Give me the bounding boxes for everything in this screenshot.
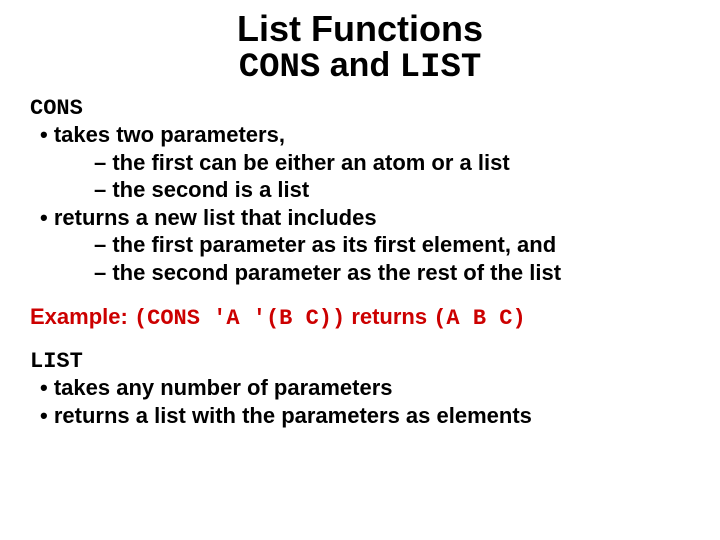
example-code: (CONS 'A '(B C))	[134, 306, 345, 331]
cons-bullet-1: takes two parameters,	[30, 121, 690, 149]
example-returns-word: returns	[351, 304, 433, 329]
slide: List Functions CONS and LIST CONS takes …	[0, 0, 720, 453]
list-body: takes any number of parameters returns a…	[30, 374, 690, 429]
example-return-value: (A B C)	[433, 306, 525, 331]
cons-bullet-2a: the first parameter as its first element…	[30, 231, 690, 259]
list-bullet-1: takes any number of parameters	[30, 374, 690, 402]
list-heading: LIST	[30, 349, 690, 374]
cons-body: takes two parameters, the first can be e…	[30, 121, 690, 286]
cons-bullet-1b: the second is a list	[30, 176, 690, 204]
title-code-cons: CONS	[239, 49, 321, 87]
cons-bullet-2b: the second parameter as the rest of the …	[30, 259, 690, 287]
title-line2: CONS and LIST	[30, 48, 690, 87]
cons-bullet-1a: the first can be either an atom or a lis…	[30, 149, 690, 177]
cons-heading: CONS	[30, 96, 690, 121]
title-mid: and	[320, 46, 399, 84]
cons-bullet-2: returns a new list that includes	[30, 204, 690, 232]
example-label: Example:	[30, 304, 128, 329]
slide-title: List Functions CONS and LIST	[30, 10, 690, 86]
list-bullet-2: returns a list with the parameters as el…	[30, 402, 690, 430]
example-line: Example: (CONS 'A '(B C)) returns (A B C…	[30, 304, 690, 331]
title-code-list: LIST	[400, 49, 482, 87]
title-line1: List Functions	[30, 10, 690, 48]
